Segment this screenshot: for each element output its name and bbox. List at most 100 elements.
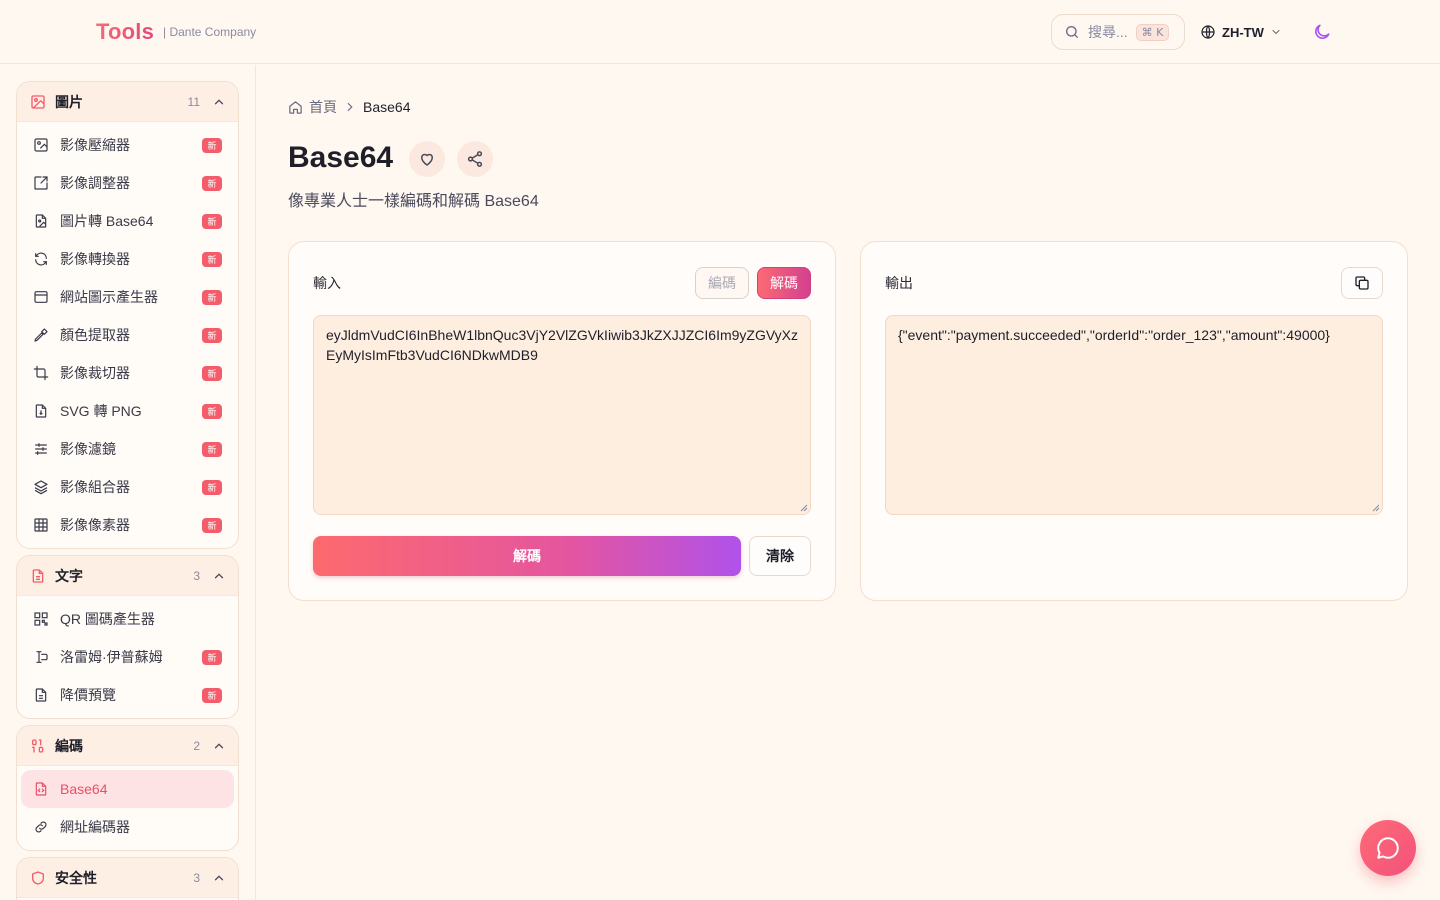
favorite-button[interactable] (409, 141, 445, 177)
chevron-up-icon[interactable] (212, 739, 226, 753)
sidebar-group-header[interactable]: 安全性 3 (17, 858, 238, 898)
new-badge: 新 (202, 175, 222, 191)
encode-mode-button[interactable]: 編碼 (695, 267, 749, 299)
sidebar-item-label: 影像裁切器 (60, 365, 130, 381)
crop-icon (33, 365, 49, 381)
chevron-up-icon[interactable] (212, 95, 226, 109)
input-card: 輸入 編碼 解碼 eyJldmVudCI6InBheW1lbnQuc3VjY2V… (288, 241, 836, 601)
sidebar-item-lorem-ipsum[interactable]: 洛雷姆·伊普蘇姆 新 (21, 638, 234, 676)
eyedropper-icon (33, 327, 49, 343)
decode-mode-button[interactable]: 解碼 (757, 267, 811, 299)
company-name: | Dante Company (163, 25, 257, 39)
sidebar-item-image-cropper[interactable]: 影像裁切器 新 (21, 354, 234, 392)
new-badge: 新 (202, 479, 222, 495)
new-badge: 新 (202, 137, 222, 153)
home-icon[interactable] (288, 100, 303, 115)
search-placeholder: 搜尋... (1088, 24, 1128, 40)
sidebar-item-label: 降價預覽 (60, 687, 116, 703)
group-count: 2 (193, 738, 200, 753)
sidebar-item-markdown-preview[interactable]: 降價預覽 新 (21, 676, 234, 714)
image-compress-icon (33, 137, 49, 153)
sidebar-item-image-converter[interactable]: 影像轉換器 新 (21, 240, 234, 278)
share-icon (466, 150, 484, 168)
file-code-icon (33, 781, 49, 797)
resize-handle-icon[interactable] (1372, 504, 1380, 512)
sidebar-group-images: 圖片 11 影像壓縮器 新 影像調整器 新 圖片轉 Base64 新 影像轉換器… (16, 81, 239, 549)
sidebar-item-label: 影像組合器 (60, 479, 130, 495)
search-button[interactable]: 搜尋... ⌘ K (1051, 14, 1185, 50)
new-badge: 新 (202, 687, 222, 703)
breadcrumb-home[interactable]: 首頁 (309, 97, 337, 117)
sidebar-item-label: 網站圖示產生器 (60, 289, 158, 305)
sidebar-item-label: Base64 (60, 781, 108, 797)
output-textarea[interactable]: {"event":"payment.succeeded","orderId":"… (885, 315, 1383, 515)
shield-icon (30, 870, 46, 886)
language-label: ZH-TW (1222, 24, 1264, 40)
new-badge: 新 (202, 441, 222, 457)
chat-button[interactable] (1360, 820, 1416, 876)
input-textarea[interactable]: eyJldmVudCI6InBheW1lbnQuc3VjY2VlZGVkIiwi… (313, 315, 811, 515)
new-badge: 新 (202, 365, 222, 381)
sidebar-group-text: 文字 3 QR 圖碼產生器 洛雷姆·伊普蘇姆 新 降價預覽 新 (16, 555, 239, 719)
qr-icon (33, 611, 49, 627)
sidebar-item-url-encoder[interactable]: 網址編碼器 (21, 808, 234, 846)
sidebar-item-image-to-base64[interactable]: 圖片轉 Base64 新 (21, 202, 234, 240)
output-card: 輸出 {"event":"payment.succeeded","orderId… (860, 241, 1408, 601)
sidebar-item-svg-to-png[interactable]: SVG 轉 PNG 新 (21, 392, 234, 430)
clear-button[interactable]: 清除 (749, 536, 811, 576)
sidebar-item-label: 顏色提取器 (60, 327, 130, 343)
image-icon (30, 94, 46, 110)
sidebar-item-image-filters[interactable]: 影像濾鏡 新 (21, 430, 234, 468)
sidebar-item-label: 影像像素器 (60, 517, 130, 533)
input-label: 輸入 (313, 275, 341, 291)
search-shortcut: ⌘ K (1135, 23, 1170, 41)
layers-icon (33, 479, 49, 495)
group-count: 3 (193, 568, 200, 583)
theme-toggle-moon-icon[interactable] (1312, 22, 1332, 42)
sidebar-group-header[interactable]: 編碼 2 (17, 726, 238, 766)
sidebar-item-base64[interactable]: Base64 (21, 770, 234, 808)
sidebar: 圖片 11 影像壓縮器 新 影像調整器 新 圖片轉 Base64 新 影像轉換器… (0, 65, 256, 900)
sidebar-item-image-compressor[interactable]: 影像壓縮器 新 (21, 126, 234, 164)
heart-icon (418, 150, 436, 168)
decode-button[interactable]: 解碼 (313, 536, 741, 576)
link-icon (33, 819, 49, 835)
resize-handle-icon[interactable] (800, 504, 808, 512)
sidebar-item-image-resizer[interactable]: 影像調整器 新 (21, 164, 234, 202)
language-selector[interactable]: ZH-TW (1200, 22, 1282, 42)
group-count: 3 (193, 870, 200, 885)
sidebar-item-label: 影像調整器 (60, 175, 130, 191)
share-button[interactable] (457, 141, 493, 177)
copy-button[interactable] (1341, 267, 1383, 299)
sidebar-item-label: SVG 轉 PNG (60, 403, 142, 419)
new-badge: 新 (202, 251, 222, 267)
sidebar-item-image-combiner[interactable]: 影像組合器 新 (21, 468, 234, 506)
group-title: 編碼 (55, 737, 83, 754)
sidebar-item-favicon-generator[interactable]: 網站圖示產生器 新 (21, 278, 234, 316)
chevron-right-icon (343, 100, 357, 114)
logo[interactable]: Tools (96, 19, 154, 45)
file-image-icon (33, 213, 49, 229)
sidebar-item-image-pixelator[interactable]: 影像像素器 新 (21, 506, 234, 544)
document-icon (33, 687, 49, 703)
sidebar-group-header[interactable]: 文字 3 (17, 556, 238, 596)
file-convert-icon (33, 403, 49, 419)
new-badge: 新 (202, 327, 222, 343)
sidebar-item-qr-generator[interactable]: QR 圖碼產生器 (21, 600, 234, 638)
binary-icon (30, 738, 46, 754)
sidebar-group-encoding: 編碼 2 Base64 網址編碼器 (16, 725, 239, 851)
output-text: {"event":"payment.succeeded","orderId":"… (898, 327, 1330, 343)
resize-icon (33, 175, 49, 191)
group-count: 11 (187, 94, 200, 109)
sliders-icon (33, 441, 49, 457)
sidebar-group-header[interactable]: 圖片 11 (17, 82, 238, 122)
grid-icon (33, 517, 49, 533)
sidebar-item-label: QR 圖碼產生器 (60, 611, 155, 627)
chevron-up-icon[interactable] (212, 871, 226, 885)
chevron-up-icon[interactable] (212, 569, 226, 583)
copy-icon (1354, 275, 1370, 291)
breadcrumb-current: Base64 (363, 99, 411, 115)
sidebar-item-color-picker[interactable]: 顏色提取器 新 (21, 316, 234, 354)
sidebar-item-label: 洛雷姆·伊普蘇姆 (60, 649, 163, 665)
new-badge: 新 (202, 403, 222, 419)
